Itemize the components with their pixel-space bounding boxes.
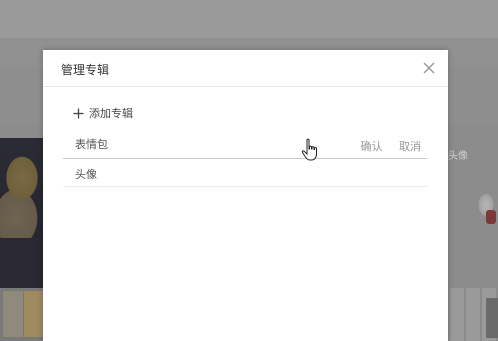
confirm-button[interactable]: 确认: [361, 140, 383, 153]
close-icon[interactable]: [421, 60, 437, 76]
background-artwork-accent: [486, 210, 496, 224]
background-top-bar: [0, 0, 498, 38]
manage-albums-dialog: 管理专辑 添加专辑 确认 取消 头像: [43, 50, 448, 341]
dialog-title: 管理专辑: [61, 63, 110, 77]
album-name-input[interactable]: [75, 136, 325, 152]
plus-icon: [73, 108, 84, 118]
background-artwork-left: [0, 138, 44, 288]
background-thumbnail: [2, 290, 24, 338]
album-row[interactable]: 头像: [63, 160, 427, 187]
album-row-editing: 确认 取消: [63, 132, 427, 159]
background-right-label: 头像: [448, 151, 468, 162]
dialog-header: 管理专辑: [43, 50, 448, 87]
album-name: 头像: [75, 168, 97, 181]
cancel-button[interactable]: 取消: [399, 140, 421, 153]
background-thumbnail: [23, 290, 45, 338]
background-grid-right-dark: [486, 298, 498, 338]
add-album-label: 添加专辑: [89, 107, 133, 120]
add-album-button[interactable]: 添加专辑: [73, 105, 133, 121]
album-row-actions: 确认 取消: [348, 138, 422, 154]
